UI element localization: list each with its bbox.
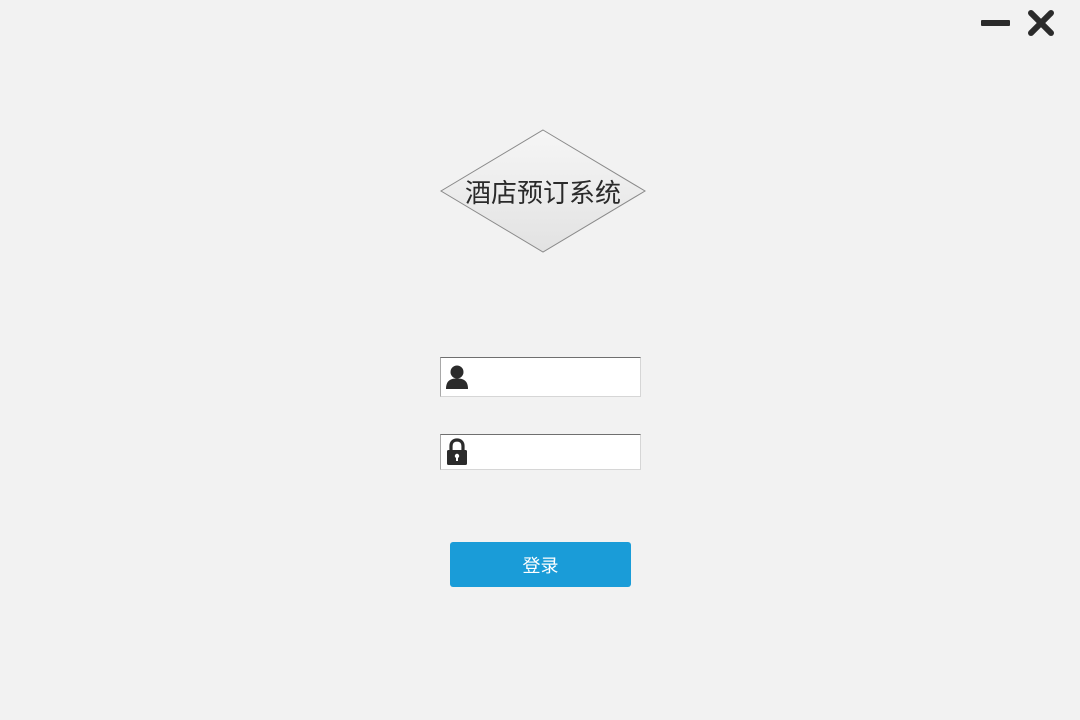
login-window: 酒店预订系统 登录 — [0, 0, 1080, 720]
lock-icon — [444, 438, 470, 466]
username-field[interactable] — [440, 357, 641, 397]
user-icon — [444, 363, 470, 391]
minimize-icon — [980, 20, 1010, 26]
app-logo: 酒店预订系统 — [440, 129, 646, 253]
window-controls — [978, 8, 1058, 38]
minimize-button[interactable] — [978, 8, 1012, 38]
username-input[interactable] — [473, 358, 637, 396]
login-button[interactable]: 登录 — [450, 542, 631, 587]
password-input[interactable] — [473, 435, 637, 469]
close-icon — [1028, 10, 1054, 36]
app-title: 酒店预订系统 — [464, 178, 621, 209]
password-field[interactable] — [440, 434, 641, 470]
close-button[interactable] — [1024, 8, 1058, 38]
